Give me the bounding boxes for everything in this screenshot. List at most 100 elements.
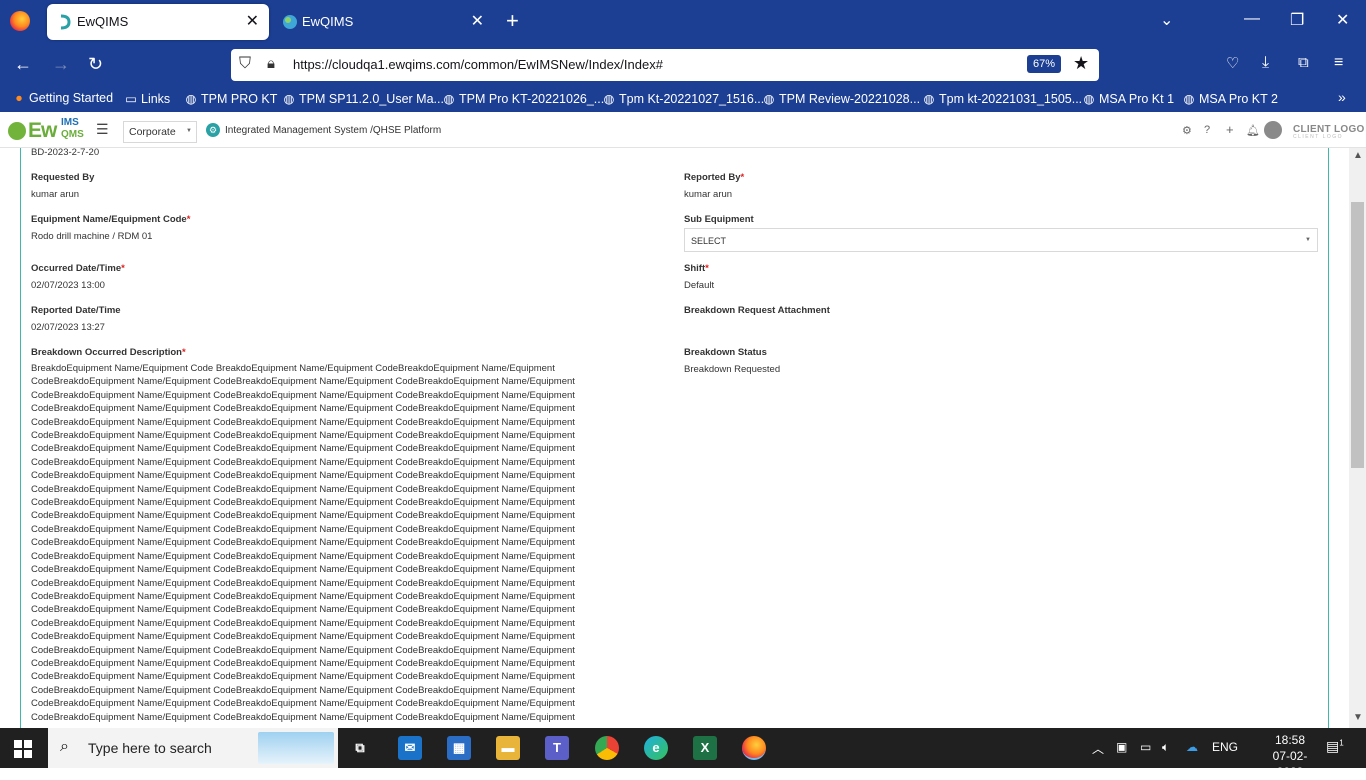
list-all-tabs-icon[interactable]: ⌄ — [1160, 10, 1173, 30]
shift-label: Shift* — [684, 263, 709, 274]
tab-close-icon[interactable]: ✕ — [471, 11, 484, 31]
client-logo-sub: CLIENT LOGO — [1293, 134, 1344, 140]
back-icon[interactable]: ← — [14, 54, 32, 75]
bookmark-tpm-pro-kt-20221026[interactable]: ◍ TPM Pro KT-20221026_... — [442, 91, 605, 106]
tab-close-icon[interactable]: ✕ — [246, 11, 259, 31]
reported-datetime-label: Reported Date/Time — [31, 305, 121, 316]
sub-equipment-label: Sub Equipment — [684, 214, 754, 225]
scroll-up-icon[interactable]: ▲ — [1353, 150, 1363, 161]
firefox-taskbar-icon[interactable] — [742, 736, 766, 760]
bookmark-tpm-sp11[interactable]: ◍ TPM SP11.2.0_User Ma... — [282, 91, 444, 106]
app-menu-icon[interactable]: ≡ — [1334, 54, 1343, 72]
window-close-icon[interactable]: ✕ — [1336, 10, 1349, 30]
tab-ewqims-active[interactable]: EwQIMS ✕ — [47, 4, 269, 40]
system-title: Integrated Management System /QHSE Platf… — [225, 125, 442, 136]
forward-icon[interactable]: → — [52, 54, 70, 75]
bookmarks-toolbar: ● Getting Started ▭ Links ◍ TPM PRO KT ◍ TPM… — [0, 86, 1366, 112]
extensions-icon[interactable]: ⧉ — [1298, 54, 1309, 71]
firefox-menu-icon[interactable] — [10, 11, 30, 31]
pocket-icon[interactable]: ♡ — [1226, 54, 1239, 72]
equipment-label: Equipment Name/Equipment Code* — [31, 214, 191, 225]
taskbar-clock[interactable]: 18:58 07-02-2023 — [1260, 732, 1320, 780]
store-icon[interactable]: ▦ — [447, 736, 471, 760]
sub-equipment-select[interactable]: SELECT ▼ — [684, 228, 1318, 252]
logo-sun-icon — [8, 122, 26, 140]
corporate-select[interactable]: Corporate ▼ — [123, 121, 197, 143]
excel-icon[interactable]: X — [693, 736, 717, 760]
scroll-down-icon[interactable]: ▼ — [1353, 712, 1363, 723]
teams-icon[interactable]: T — [545, 736, 569, 760]
show-hidden-icons-icon[interactable]: ︿ — [1092, 740, 1104, 757]
tab-ewqims-inactive[interactable]: EwQIMS ✕ — [272, 4, 494, 40]
description-line: CodeBreakdoEquipment Name/Equipment Code… — [31, 443, 575, 455]
lock-icon[interactable]: 🔒︎ — [267, 55, 275, 72]
bookmark-tpm-kt-20221027[interactable]: ◍ Tpm Kt-20221027_1516... — [602, 91, 765, 106]
url-bar[interactable]: ⛉ 🔒︎ https://cloudqa1.ewqims.com/common/… — [231, 49, 1099, 81]
minimize-icon[interactable]: — — [1244, 10, 1260, 28]
bookmarks-overflow-icon[interactable]: » — [1338, 89, 1346, 105]
reported-by-label: Reported By* — [684, 172, 745, 183]
ewqims-logo[interactable]: Ew IMS QMS — [8, 117, 88, 143]
taskbar-search-box[interactable]: ⌕ Type here to search — [48, 728, 338, 768]
notification-bell-icon[interactable]: 🔔︎ — [1246, 124, 1260, 137]
volume-icon[interactable]: 🔈︎ — [1162, 740, 1169, 755]
description-line: CodeBreakdoEquipment Name/Equipment Code… — [31, 403, 575, 415]
bookmark-tpm-kt-20221031[interactable]: ◍ Tpm kt-20221031_1505... — [922, 91, 1083, 106]
search-placeholder: Type here to search — [88, 740, 212, 756]
folder-icon: ▭ — [125, 92, 137, 106]
add-icon[interactable]: + — [1226, 122, 1234, 137]
shield-icon[interactable]: ⛉ — [239, 55, 251, 73]
bookmark-star-icon[interactable]: ★ — [1073, 53, 1089, 74]
reload-icon[interactable]: ↻ — [88, 54, 103, 75]
user-avatar[interactable] — [1264, 121, 1282, 139]
description-line: CodeBreakdoEquipment Name/Equipment Code… — [31, 497, 575, 509]
hamburger-menu-icon[interactable]: ☰ — [96, 121, 109, 138]
mail-icon[interactable]: ✉ — [398, 736, 422, 760]
description-line: CodeBreakdoEquipment Name/Equipment Code… — [31, 711, 575, 723]
shift-value: Default — [684, 280, 715, 291]
globe-icon: ◍ — [923, 92, 935, 106]
description-line: BreakdoEquipment Name/Equipment Code Bre… — [31, 363, 555, 374]
file-explorer-icon[interactable]: ▬ — [496, 736, 520, 760]
bookmark-tpm-review[interactable]: ◍ TPM Review-20221028... — [762, 91, 921, 106]
bookmark-msa-pro-kt-1[interactable]: ◍ MSA Pro Kt 1 — [1082, 91, 1175, 106]
page-scrollbar[interactable]: ▲ ▼ — [1349, 148, 1366, 728]
url-text[interactable]: https://cloudqa1.ewqims.com/common/EwIMS… — [293, 57, 663, 72]
edge-icon[interactable]: e — [644, 736, 668, 760]
notifications-icon[interactable]: ▤1 — [1326, 738, 1344, 755]
meet-now-icon[interactable]: ▣ — [1116, 740, 1127, 754]
windows-start-icon[interactable] — [14, 740, 32, 758]
reported-datetime-value: 02/07/2023 13:27 — [31, 322, 105, 333]
restore-icon[interactable]: ❐ — [1290, 10, 1304, 30]
occurred-datetime-value: 02/07/2023 13:00 — [31, 280, 105, 291]
help-icon[interactable]: ? — [1204, 124, 1210, 136]
description-line: CodeBreakdoEquipment Name/Equipment Code… — [31, 430, 575, 442]
network-icon[interactable]: ▭ — [1140, 740, 1151, 754]
requested-by-label: Requested By — [31, 172, 95, 183]
globe-icon: ◍ — [1083, 92, 1095, 106]
onedrive-icon[interactable]: ☁ — [1186, 740, 1198, 754]
description-line: CodeBreakdoEquipment Name/Equipment Code… — [31, 671, 575, 683]
clock-time: 18:58 — [1274, 733, 1306, 747]
description-line: CodeBreakdoEquipment Name/Equipment Code… — [31, 523, 575, 535]
bookmark-msa-pro-kt-2[interactable]: ◍ MSA Pro KT 2 — [1182, 91, 1278, 106]
globe-icon: ◍ — [443, 92, 455, 106]
occurred-datetime-label: Occurred Date/Time* — [31, 263, 125, 274]
description-text: BreakdoEquipment Name/Equipment Code Bre… — [31, 362, 611, 724]
zoom-level-badge[interactable]: 67% — [1027, 55, 1062, 73]
globe-icon: ◍ — [1183, 92, 1195, 106]
bookmark-tpm-pro-kt[interactable]: ◍ TPM PRO KT — [184, 91, 278, 106]
task-view-icon[interactable]: ⧉ — [348, 736, 372, 760]
new-tab-icon[interactable]: + — [506, 8, 519, 34]
chrome-icon[interactable] — [595, 736, 619, 760]
downloads-icon[interactable]: ⤓ — [1262, 54, 1269, 72]
attachment-label: Breakdown Request Attachment — [684, 305, 830, 316]
description-line: CodeBreakdoEquipment Name/Equipment Code… — [31, 416, 575, 428]
description-line: CodeBreakdoEquipment Name/Equipment Code… — [31, 631, 575, 643]
bookmark-getting-started[interactable]: ● Getting Started — [12, 91, 113, 105]
language-indicator[interactable]: ENG — [1212, 740, 1238, 754]
scrollbar-thumb[interactable] — [1351, 202, 1364, 468]
settings-icon[interactable]: ⚙ — [1182, 124, 1192, 137]
description-line: CodeBreakdoEquipment Name/Equipment Code… — [31, 456, 575, 468]
bookmark-links[interactable]: ▭ Links — [124, 91, 170, 106]
